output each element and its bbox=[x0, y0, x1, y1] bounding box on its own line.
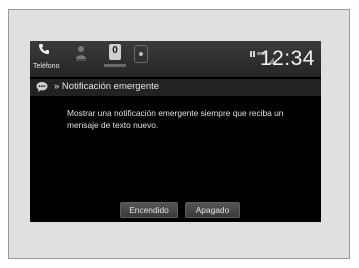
clock: 12:34 bbox=[259, 47, 315, 70]
setting-description: Mostrar una notificación emergente siemp… bbox=[67, 108, 284, 130]
status-bar: Teléfono 0 12:34 bbox=[30, 41, 321, 77]
chat-bubble-icon bbox=[36, 82, 48, 92]
message-badge-icon[interactable]: 0 bbox=[109, 44, 121, 60]
phone-label[interactable]: Teléfono bbox=[33, 63, 59, 70]
person-icon[interactable] bbox=[75, 45, 87, 61]
phone-icon[interactable] bbox=[38, 43, 50, 55]
infotainment-screen: Teléfono 0 12:34 » Notificación emergent… bbox=[30, 41, 321, 222]
off-button[interactable]: Apagado bbox=[185, 202, 240, 218]
title-bar: » Notificación emergente bbox=[30, 79, 321, 96]
message-count: 0 bbox=[112, 45, 118, 56]
page-title: » Notificación emergente bbox=[54, 81, 160, 92]
on-button[interactable]: Encendido bbox=[120, 202, 178, 218]
home-dot bbox=[139, 52, 143, 56]
home-icon[interactable] bbox=[134, 45, 148, 63]
message-badge-bar bbox=[104, 64, 126, 67]
